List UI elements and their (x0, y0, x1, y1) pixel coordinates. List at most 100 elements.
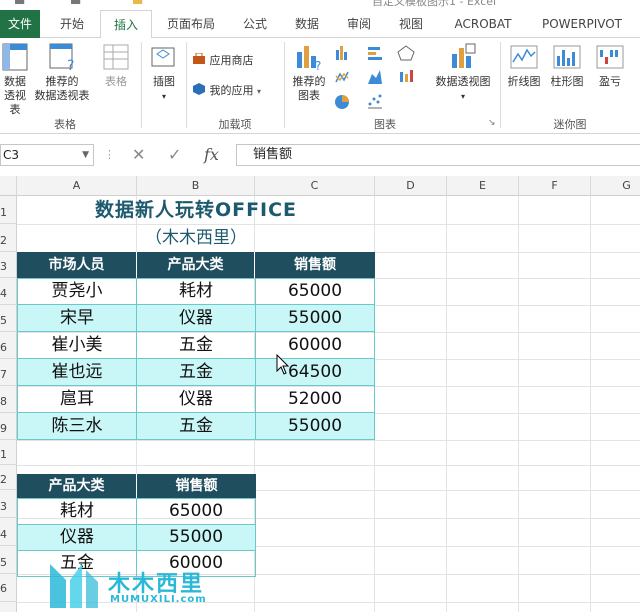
enter-icon[interactable]: ✓ (168, 145, 181, 164)
row-header[interactable]: 3 (0, 490, 17, 518)
save-icon[interactable]: ▬ (14, 0, 25, 8)
table1-cell[interactable]: 64500 (255, 358, 375, 386)
formula-input[interactable]: 销售额 (236, 144, 640, 166)
tab-insert[interactable]: 插入 (100, 10, 152, 39)
table1-cell[interactable]: 仪器 (136, 304, 256, 332)
sparkline-column-label: 柱形图 (550, 75, 584, 88)
row-header[interactable]: 2 (0, 224, 17, 252)
tab-home[interactable]: 开始 (44, 10, 100, 38)
name-box[interactable]: C3 ▼ (0, 144, 94, 166)
tab-page-layout[interactable]: 页面布局 (156, 10, 226, 38)
table1-cell[interactable]: 崔小美 (17, 331, 137, 359)
table-button[interactable]: 表格 (98, 42, 134, 89)
column-header-g[interactable]: G (591, 176, 640, 196)
row-header[interactable]: 1 (0, 440, 17, 465)
row-header[interactable]: 4 (0, 278, 17, 305)
row-header[interactable]: 6 (0, 574, 17, 602)
row-header[interactable]: 5 (0, 305, 17, 332)
sparkline-line-button[interactable]: 折线图 (504, 42, 544, 89)
table1-cell[interactable]: 52000 (255, 385, 375, 413)
column-header-e[interactable]: E (447, 176, 519, 196)
table2-header-cell[interactable]: 销售额 (137, 474, 256, 498)
chevron-down-icon[interactable]: ▼ (82, 145, 89, 165)
row-header[interactable]: 3 (0, 252, 17, 278)
scatter-combo-icon (400, 70, 413, 82)
watermark-url: MUMUXILI.com (110, 594, 207, 605)
row-header[interactable]: 1 (0, 196, 17, 224)
sheet-subtitle[interactable]: （木木西里） (17, 224, 375, 252)
gridline (518, 196, 519, 612)
separator (500, 42, 501, 128)
separator (284, 42, 285, 128)
table1-cell[interactable]: 仪器 (136, 385, 256, 413)
table1-cell[interactable]: 陈三水 (17, 412, 137, 440)
tab-formulas[interactable]: 公式 (232, 10, 278, 38)
my-apps-label: 我的应用 (209, 84, 254, 97)
undo-icon[interactable]: ▬ (70, 0, 81, 8)
gridline (17, 440, 640, 441)
my-apps-button[interactable]: 我的应用 ▾ (192, 82, 261, 100)
cancel-icon[interactable]: ✕ (132, 145, 145, 164)
table1-cell[interactable]: 耗材 (136, 278, 256, 305)
tab-acrobat[interactable]: ACROBAT (444, 10, 522, 38)
pivot-chart-button[interactable]: 数据透视图 ▾ (430, 42, 496, 104)
folder-icon[interactable]: ▬ (132, 0, 143, 8)
column-header-c[interactable]: C (255, 176, 375, 196)
tab-data[interactable]: 数据 (284, 10, 330, 38)
worksheet-grid[interactable]: 数据新人玩转OFFICE （木木西里） 市场人员 产品大类 销售额 贾尧小 耗材… (17, 196, 640, 612)
pivot-table-button[interactable]: 数据 透视表 (0, 42, 30, 117)
tab-review[interactable]: 审阅 (336, 10, 382, 38)
sparkline-winloss-button[interactable]: 盈亏 (590, 42, 630, 89)
column-header-f[interactable]: F (519, 176, 591, 196)
column-header-b[interactable]: B (137, 176, 255, 196)
tab-powerpivot[interactable]: POWERPIVOT (530, 10, 634, 38)
recommended-charts-button[interactable]: ? 推荐的 图表 (288, 42, 330, 103)
sheet-title[interactable]: 数据新人玩转OFFICE (17, 196, 375, 224)
illustrations-button[interactable]: 插图 ▾ (146, 42, 182, 104)
table1-cell[interactable]: 扈耳 (17, 385, 137, 413)
table1-cell[interactable]: 60000 (255, 331, 375, 359)
table2-header-cell[interactable]: 产品大类 (17, 474, 137, 498)
insert-function-icon[interactable]: fx (204, 145, 219, 164)
table1-cell[interactable]: 五金 (136, 412, 256, 440)
row-header[interactable]: 2 (0, 465, 17, 490)
chart-types-gallery[interactable] (334, 44, 426, 112)
row-header[interactable]: 4 (0, 518, 17, 546)
table1-cell[interactable]: 五金 (136, 358, 256, 386)
row-header[interactable]: 8 (0, 386, 17, 413)
app-store-button[interactable]: 应用商店 (192, 52, 254, 70)
window-title: 自定义模板图示1 - Excel (372, 0, 497, 8)
select-all-button[interactable] (0, 176, 17, 196)
sparkline-column-icon (553, 45, 581, 69)
recommended-pivot-label-1: 推荐的 (45, 75, 79, 88)
row-header[interactable]: 5 (0, 546, 17, 574)
table1-cell[interactable]: 崔也远 (17, 358, 137, 386)
recommended-pivot-button[interactable]: ? 推荐的 数据透视表 (30, 42, 94, 103)
tab-view[interactable]: 视图 (388, 10, 434, 38)
table1-cell[interactable]: 五金 (136, 331, 256, 359)
table2-cell[interactable]: 55000 (136, 524, 256, 551)
tab-file[interactable]: 文件 (0, 10, 40, 38)
row-header[interactable]: 7 (0, 359, 17, 386)
row-header[interactable]: 9 (0, 413, 17, 440)
sparkline-column-button[interactable]: 柱形图 (546, 42, 588, 89)
table2-cell[interactable]: 耗材 (17, 498, 137, 525)
table1-cell[interactable]: 55000 (255, 412, 375, 440)
table-label: 表格 (105, 75, 127, 88)
table1-header-cell[interactable]: 市场人员 (17, 252, 137, 278)
table1-cell[interactable]: 宋早 (17, 304, 137, 332)
bar-chart-icon (368, 47, 382, 60)
column-header-a[interactable]: A (17, 176, 137, 196)
column-header-d[interactable]: D (375, 176, 447, 196)
table2-cell[interactable]: 仪器 (17, 524, 137, 551)
scatter-chart-icon (368, 94, 382, 109)
table1-header-cell[interactable]: 销售额 (255, 252, 375, 278)
table2-cell[interactable]: 65000 (136, 498, 256, 525)
table1-cell[interactable]: 65000 (255, 278, 375, 305)
table1-cell[interactable]: 贾尧小 (17, 278, 137, 305)
recommended-charts-label-1: 推荐的 (292, 75, 326, 88)
table1-cell[interactable]: 55000 (255, 304, 375, 332)
row-header[interactable]: 6 (0, 332, 17, 359)
table1-header-cell[interactable]: 产品大类 (137, 252, 255, 278)
dialog-launcher-icon[interactable]: ↘ (488, 118, 496, 128)
